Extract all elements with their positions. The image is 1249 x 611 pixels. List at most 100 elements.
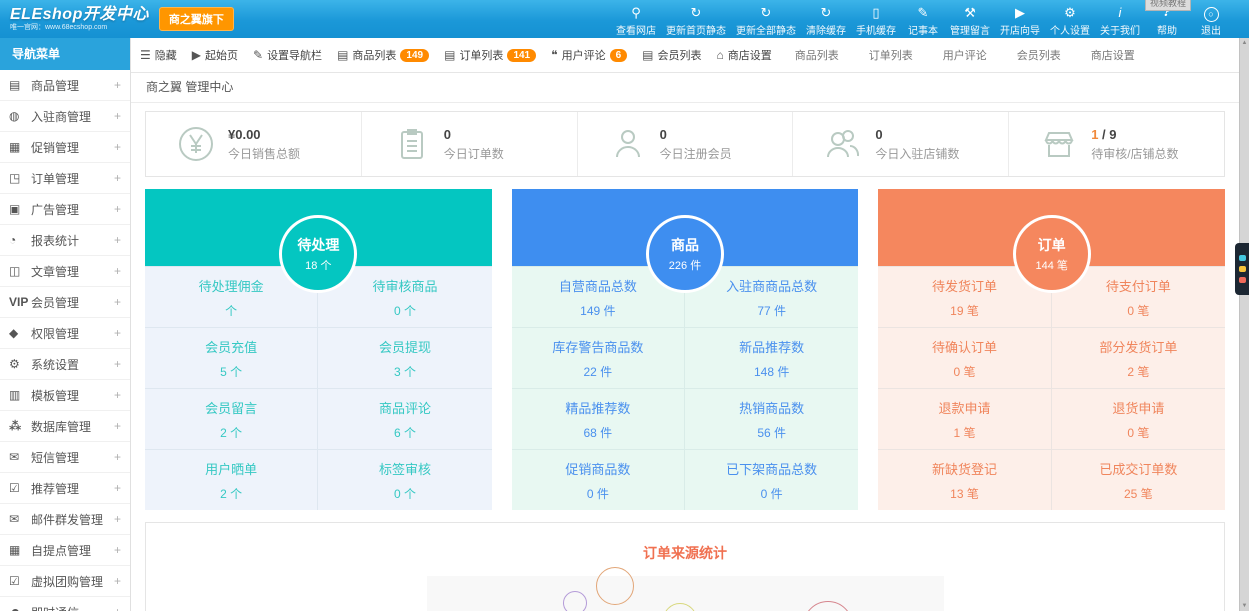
- personal-settings-gear-icon[interactable]: ⚙ 个人设置: [1045, 1, 1095, 37]
- refresh-home-icon[interactable]: ↻ 更新首页静态: [661, 1, 731, 37]
- card-cell[interactable]: 热销商品数 56 件: [685, 388, 858, 449]
- nav-icon: i: [1100, 4, 1140, 21]
- card-cell[interactable]: 促销商品数 0 件: [512, 449, 685, 510]
- floating-service-widget[interactable]: [1235, 243, 1249, 295]
- toolbar-item[interactable]: ☰ 隐藏: [140, 47, 177, 63]
- card-cell[interactable]: 库存警告商品数 22 件: [512, 327, 685, 388]
- sidebar-item[interactable]: ▦ 促销管理 +: [0, 132, 130, 163]
- card-cell[interactable]: 待确认订单 0 笔: [878, 327, 1051, 388]
- nav-item-label: 查看网店: [616, 22, 656, 37]
- refresh-all-icon[interactable]: ↻ 更新全部静态: [731, 1, 801, 37]
- source-bubble: [663, 603, 697, 611]
- sidebar-item[interactable]: ✉ 短信管理 +: [0, 442, 130, 473]
- sidebar-item[interactable]: ◳ 订单管理 +: [0, 163, 130, 194]
- nav-item-label: 关于我们: [1100, 22, 1140, 37]
- card-cell[interactable]: 已下架商品总数 0 件: [685, 449, 858, 510]
- sidebar-item[interactable]: ☻ 即时通信 +: [0, 597, 130, 611]
- expand-plus-icon[interactable]: +: [114, 233, 121, 247]
- about-us-info-icon[interactable]: i 关于我们: [1095, 1, 1145, 37]
- toolbar-item[interactable]: ⌂ 商店设置: [717, 47, 772, 63]
- notepad-icon[interactable]: ✎ 记事本: [901, 1, 945, 37]
- stat-value: ¥0.00: [228, 127, 300, 142]
- sidebar-item[interactable]: ◍ 入驻商管理 +: [0, 101, 130, 132]
- header-nav: ⚲ 查看网店 ↻ 更新首页静态 ↻ 更新全部静态 ↻ 清除缓存: [611, 1, 1233, 37]
- expand-plus-icon[interactable]: +: [114, 326, 121, 340]
- sidebar-item[interactable]: ◫ 文章管理 +: [0, 256, 130, 287]
- sidebar-item[interactable]: ◆ 权限管理 +: [0, 318, 130, 349]
- card-cell[interactable]: 用户晒单 2 个: [145, 449, 318, 510]
- open-tab[interactable]: 商店设置: [1091, 47, 1135, 63]
- expand-plus-icon[interactable]: +: [114, 357, 121, 371]
- card-pending-header: 待处理 18 个: [145, 189, 492, 266]
- toolbar-item[interactable]: ▤ 商品列表 149: [337, 47, 429, 63]
- sidebar-item[interactable]: ▥ 模板管理 +: [0, 380, 130, 411]
- nav-icon: ▶: [1000, 4, 1040, 21]
- sidebar-item[interactable]: ▤ 商品管理 +: [0, 70, 130, 101]
- sidebar-item-label: 报表统计: [31, 232, 114, 249]
- cell-label: 退货申请: [1112, 398, 1164, 417]
- count-badge: 149: [400, 49, 429, 62]
- sidebar-item[interactable]: ⁂ 数据库管理 +: [0, 411, 130, 442]
- clear-cache-icon[interactable]: ↻ 清除缓存: [801, 1, 851, 37]
- expand-plus-icon[interactable]: +: [114, 109, 121, 123]
- card-cell[interactable]: 商品评论 6 个: [318, 388, 491, 449]
- open-tab[interactable]: 商品列表: [795, 47, 839, 63]
- card-cell[interactable]: 会员充值 5 个: [145, 327, 318, 388]
- expand-plus-icon[interactable]: +: [114, 202, 121, 216]
- expand-plus-icon[interactable]: +: [114, 78, 121, 92]
- card-cell[interactable]: 部分发货订单 2 笔: [1052, 327, 1225, 388]
- expand-plus-icon[interactable]: +: [114, 512, 121, 526]
- sidebar-item[interactable]: ▦ 自提点管理 +: [0, 535, 130, 566]
- vertical-scrollbar[interactable]: ▲ ▼: [1239, 38, 1249, 611]
- sidebar-item[interactable]: VIP 会员管理 +: [0, 287, 130, 318]
- view-shop-search-icon[interactable]: ⚲ 查看网店: [611, 1, 661, 37]
- logout-power-icon[interactable]: ○ 退出: [1189, 1, 1233, 37]
- open-tab[interactable]: 会员列表: [1017, 47, 1061, 63]
- stat-label: 今日订单数: [444, 145, 504, 162]
- sidebar-item-label: 虚拟团购管理: [31, 573, 114, 590]
- expand-plus-icon[interactable]: +: [114, 171, 121, 185]
- card-cell[interactable]: 退款申请 1 笔: [878, 388, 1051, 449]
- sidebar-item[interactable]: ▣ 广告管理 +: [0, 194, 130, 225]
- sidebar-item[interactable]: ☑ 虚拟团购管理 +: [0, 566, 130, 597]
- scroll-down-arrow[interactable]: ▼: [1240, 601, 1249, 611]
- expand-plus-icon[interactable]: +: [114, 140, 121, 154]
- nav-icon: ▯: [856, 4, 896, 21]
- card-subtitle: 226 件: [669, 257, 701, 273]
- card-cell[interactable]: 新缺货登记 13 笔: [878, 449, 1051, 510]
- expand-plus-icon[interactable]: +: [114, 574, 121, 588]
- sidebar-item[interactable]: ☑ 推荐管理 +: [0, 473, 130, 504]
- toolbar-item[interactable]: ▶ 起始页: [192, 47, 238, 63]
- expand-plus-icon[interactable]: +: [114, 481, 121, 495]
- expand-plus-icon[interactable]: +: [114, 419, 121, 433]
- expand-plus-icon[interactable]: +: [114, 388, 121, 402]
- card-cell[interactable]: 精品推荐数 68 件: [512, 388, 685, 449]
- open-tab[interactable]: 用户评论: [943, 47, 987, 63]
- sidebar-item[interactable]: ⚙ 系统设置 +: [0, 349, 130, 380]
- expand-plus-icon[interactable]: +: [114, 450, 121, 464]
- expand-plus-icon[interactable]: +: [114, 264, 121, 278]
- card-cell[interactable]: 退货申请 0 笔: [1052, 388, 1225, 449]
- scroll-up-arrow[interactable]: ▲: [1240, 38, 1249, 48]
- mobile-cache-icon[interactable]: ▯ 手机缓存: [851, 1, 901, 37]
- promotion-cart-icon: ▦: [9, 140, 31, 154]
- card-cell[interactable]: 标签审核 0 个: [318, 449, 491, 510]
- toolbar-item[interactable]: ✎ 设置导航栏: [253, 47, 322, 63]
- expand-plus-icon[interactable]: +: [114, 543, 121, 557]
- card-cell[interactable]: 会员留言 2 个: [145, 388, 318, 449]
- toolbar-item[interactable]: ❝ 用户评论 6: [551, 47, 627, 63]
- sms-icon: ✉: [9, 450, 31, 464]
- card-cell[interactable]: 会员提现 3 个: [318, 327, 491, 388]
- manage-messages-wrench-icon[interactable]: ⚒ 管理留言: [945, 1, 995, 37]
- sidebar-item[interactable]: ✉ 邮件群发管理 +: [0, 504, 130, 535]
- card-cell[interactable]: 已成交订单数 25 笔: [1052, 449, 1225, 510]
- ads-image-icon: ▣: [9, 202, 31, 216]
- sidebar-item[interactable]: ◔ 报表统计 +: [0, 225, 130, 256]
- expand-plus-icon[interactable]: +: [114, 295, 121, 309]
- shop-wizard-play-icon[interactable]: ▶ 开店向导: [995, 1, 1045, 37]
- toolbar-item[interactable]: ▤ 订单列表 141: [444, 47, 536, 63]
- open-tab[interactable]: 订单列表: [869, 47, 913, 63]
- card-cell[interactable]: 新品推荐数 148 件: [685, 327, 858, 388]
- expand-plus-icon[interactable]: +: [114, 605, 121, 611]
- toolbar-item[interactable]: ▤ 会员列表: [642, 47, 701, 63]
